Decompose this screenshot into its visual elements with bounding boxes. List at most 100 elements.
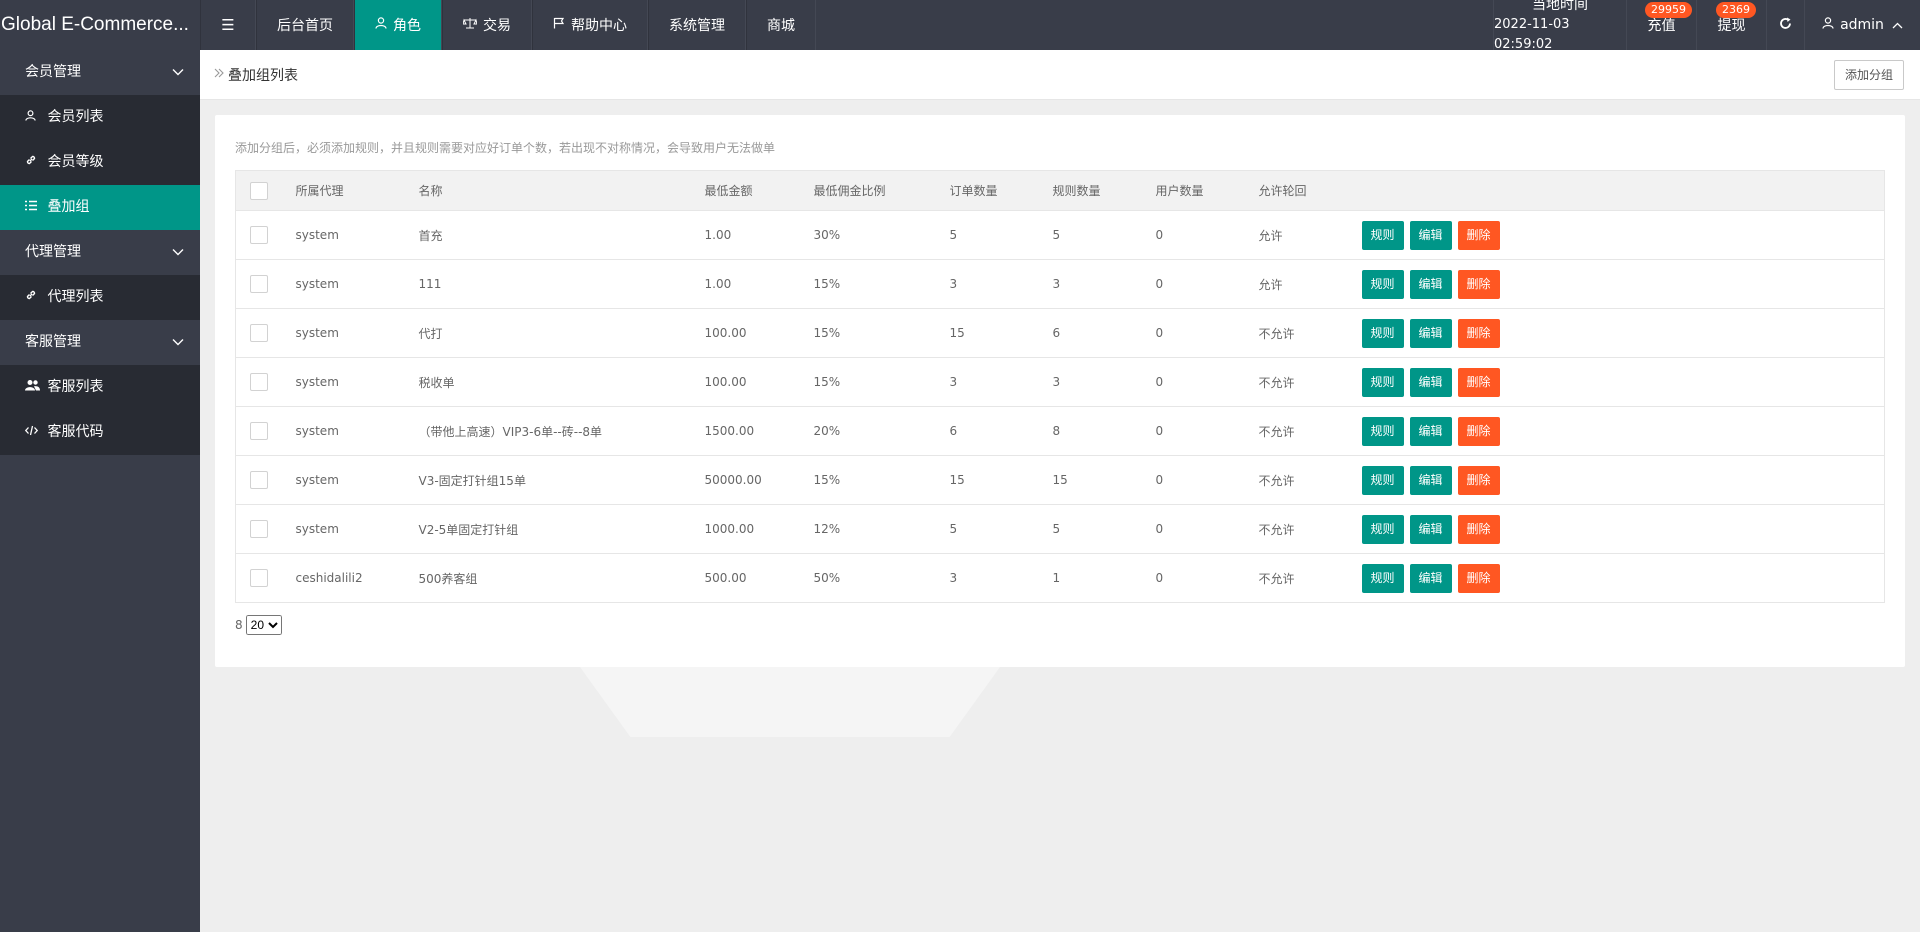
sidebar-item-agent-list[interactable]: 代理列表 [0, 275, 200, 320]
edit-button[interactable]: 编辑 [1409, 563, 1452, 593]
rules-button[interactable]: 规则 [1361, 514, 1404, 544]
edit-button[interactable]: 编辑 [1409, 318, 1452, 348]
user-icon [1822, 17, 1834, 33]
sidebar-group-agent[interactable]: 代理管理 [0, 230, 200, 275]
nav-trade[interactable]: 交易 [442, 0, 532, 50]
sidebar-group-label: 代理管理 [25, 244, 81, 260]
cell-allow-loop: 不允许 [1248, 455, 1352, 505]
row-checkbox-cell [235, 455, 286, 505]
sidebar-item-service-list[interactable]: 客服列表 [0, 365, 200, 410]
faded-overlay-shape [580, 667, 1000, 737]
scale-icon [462, 17, 478, 33]
rules-button[interactable]: 规则 [1361, 220, 1404, 250]
header-rule-count: 规则数量 [1042, 170, 1146, 211]
user-icon [25, 95, 41, 140]
cell-agent: system [285, 210, 409, 260]
nav-role[interactable]: 角色 [354, 0, 442, 50]
edit-button[interactable]: 编辑 [1409, 514, 1452, 544]
delete-button[interactable]: 删除 [1457, 269, 1500, 299]
nav-shop[interactable]: 商城 [746, 0, 816, 50]
edit-button[interactable]: 编辑 [1409, 269, 1452, 299]
cell-allow-loop: 不允许 [1248, 357, 1352, 407]
delete-button[interactable]: 删除 [1457, 563, 1500, 593]
edit-button[interactable]: 编辑 [1409, 367, 1452, 397]
header-user-count: 用户数量 [1145, 170, 1249, 211]
rules-button[interactable]: 规则 [1361, 465, 1404, 495]
rules-button[interactable]: 规则 [1361, 563, 1404, 593]
cell-order-count: 5 [939, 210, 1043, 260]
cell-allow-loop: 不允许 [1248, 553, 1352, 603]
rules-button[interactable]: 规则 [1361, 416, 1404, 446]
cell-min-commission: 15% [803, 259, 940, 309]
cell-min-amount: 100.00 [694, 357, 804, 407]
link-icon [25, 140, 41, 185]
row-checkbox[interactable] [250, 422, 268, 440]
delete-button[interactable]: 删除 [1457, 318, 1500, 348]
delete-button[interactable]: 删除 [1457, 416, 1500, 446]
table-body: system 首充 1.00 30% 5 5 0 允许 规则 编辑 删除 system 111 1.00 1… [235, 210, 1885, 603]
rules-button[interactable]: 规则 [1361, 318, 1404, 348]
nav-help[interactable]: 帮助中心 [532, 0, 648, 50]
cell-allow-loop: 不允许 [1248, 308, 1352, 358]
row-checkbox[interactable] [250, 373, 268, 391]
cell-min-commission: 15% [803, 357, 940, 407]
refresh-button[interactable] [1766, 0, 1804, 50]
delete-button[interactable]: 删除 [1457, 514, 1500, 544]
row-checkbox[interactable] [250, 324, 268, 342]
nav-role-label: 角色 [393, 18, 421, 34]
total-count: 8 [235, 618, 243, 632]
table-header-row: 所属代理 名称 最低金额 最低佣金比例 订单数量 规则数量 用户数量 允许轮回 [235, 170, 1885, 211]
header-min-amount: 最低金额 [694, 170, 804, 211]
nav-trade-label: 交易 [483, 18, 511, 34]
cell-min-commission: 15% [803, 308, 940, 358]
sidebar-item-stack-group[interactable]: 叠加组 [0, 185, 200, 230]
rules-button[interactable]: 规则 [1361, 269, 1404, 299]
sidebar-group-service[interactable]: 客服管理 [0, 320, 200, 365]
cell-rule-count: 5 [1042, 504, 1146, 554]
table-row: system 税收单 100.00 15% 3 3 0 不允许 规则 编辑 删除 [235, 357, 1885, 407]
row-checkbox[interactable] [250, 520, 268, 538]
withdraw-button[interactable]: 提现 2369 [1696, 0, 1766, 50]
cell-min-commission: 12% [803, 504, 940, 554]
cell-min-amount: 1000.00 [694, 504, 804, 554]
recharge-button[interactable]: 充值 29959 [1626, 0, 1696, 50]
table-row: system 代打 100.00 15% 15 6 0 不允许 规则 编辑 删除 [235, 308, 1885, 358]
sidebar-group-label: 客服管理 [25, 334, 81, 350]
row-checkbox[interactable] [250, 275, 268, 293]
row-checkbox[interactable] [250, 569, 268, 587]
user-icon [375, 17, 387, 33]
cell-rule-count: 15 [1042, 455, 1146, 505]
row-checkbox-cell [235, 553, 286, 603]
code-icon [24, 410, 41, 455]
cell-rule-count: 3 [1042, 259, 1146, 309]
sidebar-group-member[interactable]: 会员管理 [0, 50, 200, 95]
add-group-button[interactable]: 添加分组 [1833, 60, 1904, 90]
cell-order-count: 5 [939, 504, 1043, 554]
user-menu[interactable]: admin [1804, 0, 1920, 50]
menu-fold-button[interactable]: ☰ [200, 0, 256, 50]
select-all-checkbox[interactable] [250, 181, 268, 200]
sidebar-item-member-list[interactable]: 会员列表 [0, 95, 200, 140]
sidebar-group-label: 会员管理 [25, 64, 81, 80]
cell-name: 111 [408, 259, 695, 309]
delete-button[interactable]: 删除 [1457, 220, 1500, 250]
table-row: system V3-固定打针组15单 50000.00 15% 15 15 0 不允许 规则 编辑… [235, 455, 1885, 505]
row-checkbox[interactable] [250, 471, 268, 489]
sidebar-item-member-level[interactable]: 会员等级 [0, 140, 200, 185]
sidebar-item-service-code[interactable]: 客服代码 [0, 410, 200, 455]
cell-user-count: 0 [1145, 308, 1249, 358]
edit-button[interactable]: 编辑 [1409, 465, 1452, 495]
edit-button[interactable]: 编辑 [1409, 220, 1452, 250]
nav-home[interactable]: 后台首页 [256, 0, 354, 50]
edit-button[interactable]: 编辑 [1409, 416, 1452, 446]
row-checkbox[interactable] [250, 226, 268, 244]
breadcrumb-current: 叠加组列表 [228, 67, 298, 84]
recharge-badge: 29959 [1645, 2, 1692, 18]
delete-button[interactable]: 删除 [1457, 465, 1500, 495]
rules-button[interactable]: 规则 [1361, 367, 1404, 397]
delete-button[interactable]: 删除 [1457, 367, 1500, 397]
table-row: system （带他上高速）VIP3-6单--砖--8单 1500.00 20% 6 8 0… [235, 406, 1885, 456]
nav-system[interactable]: 系统管理 [648, 0, 746, 50]
cell-min-commission: 30% [803, 210, 940, 260]
page-size-select[interactable]: 10203050 [245, 615, 282, 635]
